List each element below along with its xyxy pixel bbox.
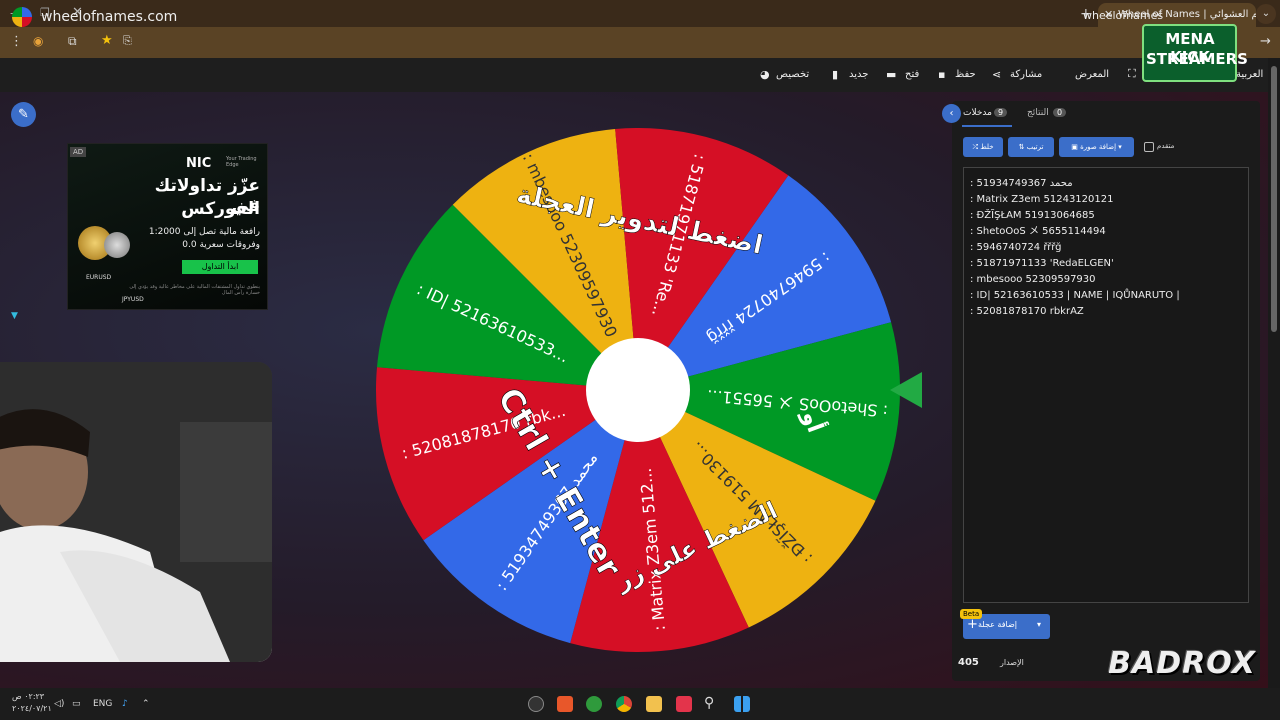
sort-label: ترتيب: [1026, 143, 1044, 151]
image-icon: ▣: [1071, 143, 1081, 151]
ad-brand-sub: Your Trading Edge: [226, 156, 257, 168]
gallery-button[interactable]: المعرض: [1075, 69, 1109, 80]
advanced-label: متقدم: [1157, 142, 1175, 150]
entry-line: : 51934749367 محمد: [970, 178, 1073, 189]
silver-coin-icon: [104, 232, 130, 258]
entry-line: : ShetoOoS メ 5655114494: [970, 226, 1106, 237]
entry-line: : mbesooo 52309597930: [970, 274, 1096, 285]
more-menu-icon[interactable]: ⋮: [10, 34, 23, 49]
streamer-silhouette: [0, 362, 272, 662]
shuffle-button[interactable]: ⤮ خلط: [963, 137, 1003, 157]
webcam-overlay: [0, 362, 272, 662]
chevron-down-icon: ▾: [1116, 143, 1122, 151]
url-text[interactable]: wheelofnames: [1083, 9, 1163, 22]
ad-fine-print: ينطوي تداول المشتقات المالية على مخاطر ع…: [129, 284, 260, 296]
windows-start-icon[interactable]: [734, 696, 750, 712]
ad-line-2: وفروقات سعرية 0.0: [182, 240, 260, 250]
palette-icon[interactable]: ◕: [760, 68, 770, 81]
entry-line: : ID| 52163610533 | NAME | IQŮNARUTO |: [970, 290, 1180, 301]
entry-line: : 5946740724 řřřğ: [970, 242, 1062, 253]
ad-line-1: رافعة مالية تصل إلى 1:2000: [148, 227, 260, 237]
entry-line: : 52081878170 rbkrAZ: [970, 306, 1084, 317]
tab-results-count: 0: [1053, 108, 1067, 117]
scrollbar-thumb[interactable]: [1271, 66, 1277, 332]
entry-line: : ĐŽĨŞŁAM 51913064685: [970, 210, 1095, 221]
obs-icon[interactable]: [528, 696, 544, 712]
network-icon[interactable]: ▭: [72, 699, 81, 709]
wheel[interactable]: : 5946740724 řřřğ: ShetoOoS メ 56551...: …: [370, 128, 930, 658]
language-button[interactable]: العربية: [1236, 69, 1263, 80]
badrox-logo: BADROX: [1108, 646, 1256, 681]
ad-cta-button[interactable]: ابدأ التداول: [182, 260, 258, 274]
tab-entries-label: مدخلات: [963, 108, 992, 118]
language-indicator[interactable]: ENG: [93, 699, 112, 709]
puzzle-icon[interactable]: ⧉: [68, 34, 77, 49]
ad-tag: AD: [70, 147, 87, 157]
taskbar: [0, 688, 1280, 720]
add-image-label: إضافة صورة: [1080, 143, 1117, 151]
bookmark-star-icon[interactable]: ★: [101, 33, 113, 48]
plus-icon: +: [967, 617, 978, 632]
brave-icon[interactable]: [557, 696, 573, 712]
save-button[interactable]: حفظ: [955, 69, 976, 80]
tab-entries-count: 9: [994, 108, 1008, 117]
ad-pair-jpyusd: JPYUSD: [122, 296, 144, 303]
customize-button[interactable]: تخصيص: [776, 69, 809, 80]
save-icon[interactable]: ▪: [938, 68, 945, 81]
adchoices-icon[interactable]: ▼: [11, 311, 18, 321]
address-bar: [0, 27, 1280, 58]
entries-textarea[interactable]: : 51934749367 محمد : Matrix Z3em 5124312…: [963, 167, 1249, 603]
microphone-icon[interactable]: ♪: [122, 699, 128, 709]
advanced-checkbox[interactable]: [1144, 142, 1154, 152]
site-title[interactable]: wheelofnames.com: [41, 9, 177, 25]
chevron-up-icon[interactable]: ⌃: [142, 699, 150, 709]
entry-line: : Matrix Z3em 51243120121: [970, 194, 1114, 205]
search-icon[interactable]: ⚲: [704, 695, 714, 711]
shuffle-label: خلط: [980, 143, 994, 151]
sort-icon: ⇅: [1018, 143, 1027, 151]
fullscreen-icon[interactable]: ⛶: [1128, 67, 1136, 81]
add-wheel-label: إضافة عجلة: [978, 620, 1017, 629]
share-icon[interactable]: ⋖: [992, 68, 1001, 81]
translate-icon[interactable]: ⎘: [123, 34, 132, 48]
ad-pair-eurusd: EURUSD: [86, 274, 112, 281]
add-image-button[interactable]: ▣ إضافة صورة ▾: [1059, 137, 1134, 157]
open-button[interactable]: فتح: [905, 69, 919, 80]
collapse-panel-icon[interactable]: ‹: [942, 104, 961, 123]
file-explorer-icon[interactable]: [646, 696, 662, 712]
xbox-icon[interactable]: [586, 696, 602, 712]
folder-icon[interactable]: ▬: [886, 68, 896, 81]
mena-logo-text-2: STREAMERS: [1146, 50, 1248, 68]
chrome-icon[interactable]: [616, 696, 632, 712]
version-label: الإصدار: [1000, 658, 1024, 667]
version-number: 405: [958, 657, 979, 668]
add-wheel-dropdown-icon[interactable]: ▾: [1037, 620, 1041, 629]
photos-icon[interactable]: [676, 696, 692, 712]
edit-pencil-icon[interactable]: ✎: [11, 102, 36, 127]
beta-badge: Beta: [960, 609, 983, 619]
logo-icon[interactable]: [12, 7, 32, 27]
clock-date[interactable]: ٢٠٢٤/٠٧/٢١: [12, 704, 52, 713]
sort-button[interactable]: ⇅ ترتيب: [1008, 137, 1054, 157]
tab-results[interactable]: النتائج: [1027, 108, 1049, 118]
new-button[interactable]: جديد: [849, 69, 868, 80]
share-button[interactable]: مشاركة: [1010, 69, 1042, 80]
ad-brand: NIC: [186, 156, 212, 171]
clock-time[interactable]: ٠٢:٢٣ ص: [12, 692, 44, 701]
volume-icon[interactable]: ◁): [54, 699, 64, 709]
ad-headline-2: الفوركس: [181, 199, 260, 219]
back-arrow-icon[interactable]: →: [1260, 34, 1271, 49]
entry-line: : 51871971133 'RedaELGEN': [970, 258, 1114, 269]
new-file-icon[interactable]: ▮: [832, 68, 838, 81]
wheel-center[interactable]: [586, 338, 690, 442]
tab-search-icon[interactable]: ⌄: [1256, 4, 1276, 24]
extension-icon[interactable]: ◉: [33, 34, 43, 48]
